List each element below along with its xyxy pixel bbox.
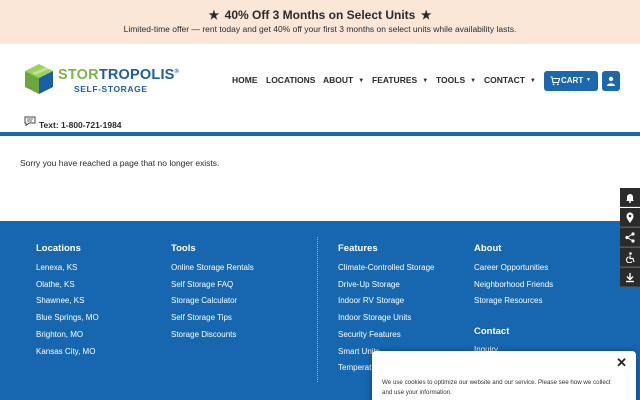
cart-button[interactable]: CART ▼ bbox=[544, 71, 598, 91]
footer-link-indoor-rv[interactable]: Indoor RV Storage bbox=[338, 296, 404, 305]
footer-heading-tools: Tools bbox=[171, 243, 196, 254]
nav-tools[interactable]: TOOLS ▼ bbox=[436, 75, 476, 85]
chevron-down-icon: ▼ bbox=[422, 78, 429, 84]
footer-link-security[interactable]: Security Features bbox=[338, 330, 401, 339]
footer-link-online-rentals[interactable]: Online Storage Rentals bbox=[171, 263, 254, 272]
logo-subtitle: SELF-STORAGE bbox=[74, 84, 148, 94]
nav-home[interactable]: HOME bbox=[232, 75, 258, 85]
footer-link-tips[interactable]: Self Storage Tips bbox=[171, 313, 232, 322]
page-not-found-message: Sorry you have reached a page that no lo… bbox=[20, 158, 220, 168]
footer-link-blue-springs[interactable]: Blue Springs, MO bbox=[36, 313, 99, 322]
logo-name-part1: STOR bbox=[58, 67, 99, 83]
account-button[interactable] bbox=[602, 71, 620, 91]
logo-name-part2: TROPOLIS bbox=[98, 67, 175, 83]
user-icon bbox=[607, 76, 615, 86]
footer-link-kansas-city[interactable]: Kansas City, MO bbox=[36, 347, 95, 356]
footer-link-indoor-units[interactable]: Indoor Storage Units bbox=[338, 313, 411, 322]
footer-link-brighton[interactable]: Brighton, MO bbox=[36, 330, 83, 339]
star-icon: ★ bbox=[420, 8, 432, 22]
header-divider bbox=[0, 132, 640, 136]
site-header: STORTROPOLIS® SELF-STORAGE HOME LOCATION… bbox=[0, 44, 640, 132]
footer-link-calculator[interactable]: Storage Calculator bbox=[171, 296, 237, 305]
footer-link-faq[interactable]: Self Storage FAQ bbox=[171, 280, 233, 289]
cart-label: CART bbox=[561, 76, 584, 85]
chevron-down-icon: ▼ bbox=[529, 78, 536, 84]
footer-link-temperature[interactable]: Temperat bbox=[338, 363, 371, 372]
footer-link-neighborhood-friends[interactable]: Neighborhood Friends bbox=[474, 280, 553, 289]
nav-contact[interactable]: CONTACT ▼ bbox=[484, 75, 536, 85]
footer-divider bbox=[317, 237, 318, 382]
text-phone-label: Text: 1-800-721-1984 bbox=[39, 120, 122, 130]
logo-name: STORTROPOLIS® bbox=[58, 67, 179, 83]
footer-link-shawnee[interactable]: Shawnee, KS bbox=[36, 296, 84, 305]
chevron-down-icon: ▼ bbox=[470, 78, 477, 84]
footer-link-discounts[interactable]: Storage Discounts bbox=[171, 330, 236, 339]
footer-heading-features: Features bbox=[338, 243, 378, 254]
footer-link-olathe[interactable]: Olathe, KS bbox=[36, 280, 75, 289]
footer-link-drive-up[interactable]: Drive-Up Storage bbox=[338, 280, 400, 289]
cookie-message: We use cookies to optimize our website a… bbox=[382, 379, 611, 396]
footer-heading-contact: Contact bbox=[474, 326, 510, 337]
chat-bubble-icon bbox=[24, 116, 36, 126]
nav-locations[interactable]: LOCATIONS bbox=[266, 75, 315, 85]
chevron-down-icon: ▼ bbox=[586, 77, 591, 83]
footer-link-careers[interactable]: Career Opportunities bbox=[474, 263, 548, 272]
footer-link-climate-controlled[interactable]: Climate-Controlled Storage bbox=[338, 263, 435, 272]
promo-title: 40% Off 3 Months on Select Units bbox=[224, 8, 416, 22]
footer-heading-about: About bbox=[474, 243, 502, 254]
cart-icon bbox=[550, 76, 560, 86]
footer-link-lenexa[interactable]: Lenexa, KS bbox=[36, 263, 77, 272]
nav-features[interactable]: FEATURES ▼ bbox=[372, 75, 428, 85]
star-icon: ★ bbox=[208, 8, 220, 22]
nav-about[interactable]: ABOUT ▼ bbox=[323, 75, 364, 85]
registered-mark: ® bbox=[174, 69, 180, 76]
promo-title-line: ★ 40% Off 3 Months on Select Units ★ bbox=[0, 8, 640, 22]
close-icon[interactable]: ✕ bbox=[616, 355, 627, 371]
location-pin-icon[interactable] bbox=[620, 208, 640, 227]
chevron-down-icon: ▼ bbox=[358, 78, 365, 84]
share-icon[interactable] bbox=[620, 228, 640, 247]
download-icon[interactable] bbox=[620, 268, 640, 287]
promo-banner: ★ 40% Off 3 Months on Select Units ★ Lim… bbox=[0, 0, 640, 44]
accessibility-icon[interactable] bbox=[620, 248, 640, 267]
footer-heading-locations: Locations bbox=[36, 243, 81, 254]
footer-link-storage-resources[interactable]: Storage Resources bbox=[474, 296, 542, 305]
site-logo[interactable]: STORTROPOLIS® SELF-STORAGE bbox=[24, 63, 179, 97]
cube-logo-icon bbox=[25, 64, 53, 94]
bell-icon[interactable] bbox=[620, 188, 640, 207]
promo-text: Limited-time offer — rent today and get … bbox=[123, 24, 517, 34]
cookie-banner: ✕ We use cookies to optimize our website… bbox=[372, 351, 636, 400]
